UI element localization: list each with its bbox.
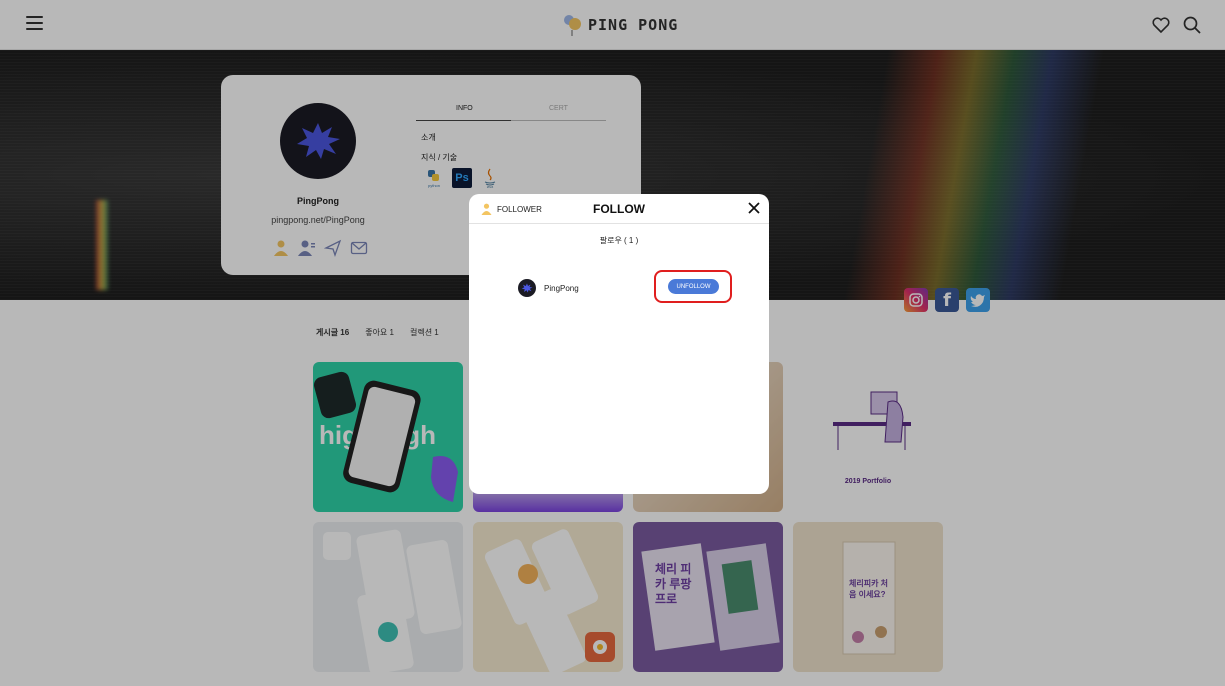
follower-avatar [518,279,536,297]
follow-count: 팔로우 ( 1 ) [599,236,639,245]
close-icon[interactable] [747,201,761,215]
starburst-avatar-icon [521,283,533,293]
follow-modal: FOLLOWER FOLLOW 팔로우 ( 1 ) PingPong UNFOL… [469,194,769,494]
follower-row[interactable]: PingPong [518,279,579,297]
follower-name[interactable]: PingPong [544,284,579,293]
modal-header: FOLLOWER FOLLOW [469,194,769,224]
unfollow-button[interactable]: UNFOLLOW [668,279,719,294]
modal-title: FOLLOW [593,202,645,216]
